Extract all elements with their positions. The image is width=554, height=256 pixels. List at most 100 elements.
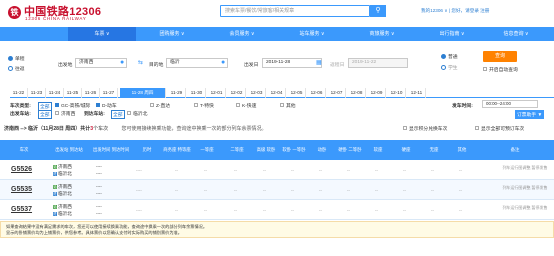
seat-cell: --	[234, 208, 237, 213]
auto-query-checkbox[interactable]	[483, 67, 487, 71]
nav-guide[interactable]: 出行指南 ∨	[418, 27, 486, 41]
to-station: 终临沂北	[53, 191, 72, 196]
arrive-all-button[interactable]: 全部	[111, 110, 125, 119]
date-tab[interactable]: 12-05	[288, 88, 306, 98]
nav-member[interactable]: 会员服务 ∨	[208, 27, 276, 41]
date-tab[interactable]: 12-03	[248, 88, 266, 98]
date-tab[interactable]: 12-11	[408, 88, 426, 98]
show-points-checkbox[interactable]	[403, 126, 407, 130]
date-tab[interactable]: 12-06	[308, 88, 326, 98]
arrive-station-checkbox[interactable]	[127, 111, 131, 115]
normal-radio[interactable]	[441, 54, 446, 59]
return-label: 返程日	[330, 63, 345, 68]
return-date-field[interactable]: 2019-11-22	[348, 58, 408, 68]
seat-cell: --	[319, 208, 322, 213]
nav-info[interactable]: 信息查询 ∨	[482, 27, 550, 41]
footer-tip: 如果查询结果中没有满足需求的车次，您还可以使用接续换乘功能，查询途中换乘一次的部…	[0, 221, 554, 238]
date-tab[interactable]: 12-09	[368, 88, 386, 98]
col-time[interactable]: 出发时间 到达时间	[90, 140, 132, 160]
type-t-checkbox[interactable]	[194, 103, 198, 107]
nav-business[interactable]: 商旅服务 ∨	[348, 27, 416, 41]
filter-bar: 车次类型: 全部 GC-高铁/城际 D-动车 Z-直达 T-特快 K-快速 其他…	[10, 100, 554, 120]
type-d-checkbox[interactable]	[96, 103, 100, 107]
col-first: 一等座	[200, 147, 214, 153]
type-other-checkbox[interactable]	[280, 103, 284, 107]
railway-logo-icon[interactable]: 铁	[8, 6, 21, 19]
date-tab[interactable]: 12-08	[348, 88, 366, 98]
date-tab[interactable]: 12-01	[208, 88, 226, 98]
date-tab[interactable]: 11-30	[188, 88, 206, 98]
col-hard-seat: 硬座	[401, 147, 411, 153]
query-button[interactable]: 查询	[483, 51, 517, 62]
summary-tip[interactable]: 您可使用接续换乘功能，查询途中换乘一次的部分列车余票情况。	[121, 126, 266, 132]
nav-tickets[interactable]: 车票 ∨	[68, 27, 136, 41]
booking-helper-button[interactable]: 订票助手 ▼	[515, 110, 545, 119]
top-header: 铁 中国铁路12306 12306 CHINA RAILWAY 搜索车票/餐饮/…	[0, 0, 554, 27]
seat-cell: --	[403, 188, 406, 193]
train-code[interactable]: G5526	[11, 166, 32, 173]
depart-date-field[interactable]: 2019-11-28	[262, 58, 322, 68]
oneway-radio[interactable]	[8, 56, 13, 61]
depart-time-select[interactable]: 00:00--24:00	[482, 100, 538, 108]
station-all-button[interactable]: 全部	[38, 110, 52, 119]
col-business: 商务座 特等座	[163, 147, 191, 153]
row-note: 列车运行图调整,暂停发售	[502, 205, 548, 210]
oneway-label: 单程	[15, 57, 25, 62]
date-tab[interactable]: 12-04	[268, 88, 286, 98]
date-tab[interactable]: 11-29	[168, 88, 186, 98]
search-input[interactable]: 搜索车票/餐饮/常旅客/相关规章	[220, 5, 370, 17]
from-station: 始济南西	[53, 164, 72, 169]
query-bar: 单程 往返 出发地 济南西 ● ⇆ 目的地 临沂 ● 出发日 2019-11-2…	[0, 49, 554, 76]
nav-station[interactable]: 站车服务 ∨	[278, 27, 346, 41]
col-note: 备注	[510, 147, 520, 153]
date-tab[interactable]: 11-27	[100, 88, 118, 98]
seat-cell: --	[204, 208, 207, 213]
col-duration[interactable]: 历时	[132, 140, 162, 160]
calendar-icon[interactable]: ▦	[316, 59, 322, 66]
user-links[interactable]: 我的12306 ∨ | 您好，请登录 注册	[421, 8, 489, 14]
show-all-checkbox[interactable]	[475, 126, 479, 130]
search-icon[interactable]: ⚲	[370, 5, 386, 17]
date-tab[interactable]: 12-07	[328, 88, 346, 98]
result-summary: 济南西 --> 临沂（11月28日 周四）共计3个车次 您可使用接续换乘功能，查…	[4, 125, 266, 132]
nav-group[interactable]: 团购服务 ∨	[138, 27, 206, 41]
end-icon: 终	[53, 192, 57, 196]
footer-line-2: 显示的卧铺票价均为上铺票价，供您参考。具体票价以您确认支付时实际购买的铺别票价为…	[6, 230, 182, 235]
train-code[interactable]: G5535	[11, 186, 32, 193]
date-tab[interactable]: 11-25	[64, 88, 82, 98]
seat-cell: --	[347, 208, 350, 213]
date-tab-active[interactable]: 11-28 周四	[120, 88, 166, 98]
to-field[interactable]: 临沂	[166, 58, 228, 68]
site-en: 12306 CHINA RAILWAY	[25, 16, 87, 21]
seat-cell: --	[431, 168, 434, 173]
seat-cell: --	[175, 188, 178, 193]
date-tab[interactable]: 12-10	[388, 88, 406, 98]
date-tab[interactable]: 11-23	[28, 88, 46, 98]
date-tab[interactable]: 11-26	[82, 88, 100, 98]
type-k-label: K-快速	[242, 104, 257, 109]
date-tab[interactable]: 12-02	[228, 88, 246, 98]
col-train[interactable]: 车次	[0, 140, 48, 160]
seat-cell: --	[234, 168, 237, 173]
student-label: 学生	[448, 66, 458, 71]
type-k-checkbox[interactable]	[236, 103, 240, 107]
from-label: 出发地	[58, 63, 73, 68]
date-tab[interactable]: 11-22	[10, 88, 28, 98]
seat-cell: --	[459, 168, 462, 173]
type-z-checkbox[interactable]	[150, 103, 154, 107]
swap-icon[interactable]: ⇆	[138, 59, 143, 66]
station-checkbox[interactable]	[55, 111, 59, 115]
seat-cell: --	[204, 188, 207, 193]
type-gc-checkbox[interactable]	[55, 103, 59, 107]
col-no-seat: 无座	[429, 147, 439, 153]
student-radio[interactable]	[441, 65, 446, 70]
roundtrip-radio[interactable]	[8, 66, 13, 71]
dep-time: ----	[96, 184, 102, 189]
date-tab[interactable]: 11-24	[46, 88, 64, 98]
location-pin-icon: ●	[120, 59, 125, 66]
train-code[interactable]: G5537	[11, 206, 32, 213]
seat-cell: --	[347, 188, 350, 193]
seat-cell: --	[431, 188, 434, 193]
seat-cell: --	[291, 168, 294, 173]
type-d-label: D-动车	[102, 104, 117, 109]
